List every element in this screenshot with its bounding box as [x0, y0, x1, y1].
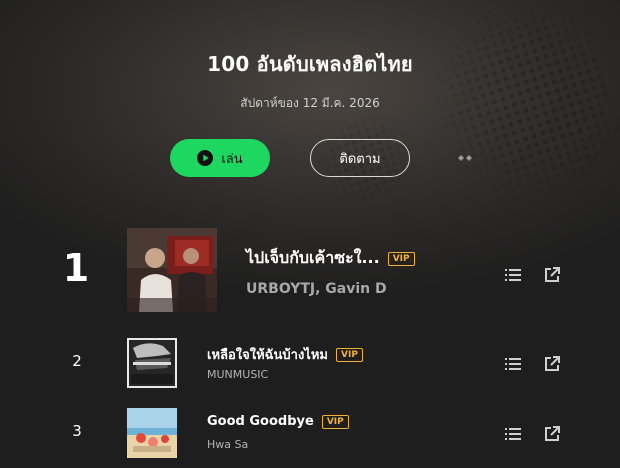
track-row-2[interactable]: 2 เหลือใจให้ฉันบ้างไหม VIP MUNMUSIC — [0, 336, 620, 390]
follow-button[interactable]: ติดตาม — [310, 139, 410, 177]
external-link-icon[interactable] — [543, 355, 561, 373]
album-cover[interactable] — [127, 338, 177, 388]
album-cover[interactable] — [127, 228, 217, 312]
track-title-container[interactable]: Good Goodbye VIP — [207, 414, 349, 429]
track-row-3[interactable]: 3 Good Goodbye VIP Hwa Sa — [0, 406, 620, 460]
track-artist[interactable]: URBOYTJ, Gavin D — [246, 281, 387, 297]
follow-button-label: ติดตาม — [339, 151, 381, 167]
album-cover[interactable] — [127, 408, 177, 458]
track-title: ไปเจ็บกับเค้าซะใ... — [246, 248, 380, 267]
play-button[interactable]: เล่น — [170, 139, 270, 177]
chart-week-date: สัปดาห์ของ 12 มี.ค. 2026 — [240, 96, 380, 110]
vip-badge: VIP — [321, 414, 349, 429]
page-title: 100 อันดับเพลงฮิตไทย — [207, 52, 413, 76]
more-dots-icon[interactable] — [455, 150, 475, 164]
track-rank: 3 — [72, 422, 82, 440]
queue-list-icon[interactable] — [504, 425, 522, 443]
track-title: Good Goodbye — [207, 414, 314, 429]
play-button-label: เล่น — [221, 151, 243, 167]
vip-badge: VIP — [336, 347, 363, 362]
queue-list-icon[interactable] — [504, 355, 522, 373]
track-row-1[interactable]: 1 ไปเจ็บกับเค้าซะใ... VIP URBOYTJ, Gavin… — [0, 226, 620, 316]
track-title-container[interactable]: เหลือใจให้ฉันบ้างไหม VIP — [207, 344, 363, 365]
track-rank: 1 — [62, 246, 90, 290]
external-link-icon[interactable] — [543, 266, 561, 284]
queue-list-icon[interactable] — [504, 266, 522, 284]
track-artist[interactable]: Hwa Sa — [207, 438, 248, 451]
external-link-icon[interactable] — [543, 425, 561, 443]
vip-badge: VIP — [387, 251, 415, 266]
play-circle-icon — [197, 150, 214, 166]
track-artist[interactable]: MUNMUSIC — [207, 368, 268, 381]
track-title-container[interactable]: ไปเจ็บกับเค้าซะใ... VIP — [246, 246, 415, 271]
track-rank: 2 — [72, 352, 82, 370]
track-title: เหลือใจให้ฉันบ้างไหม — [207, 348, 328, 363]
